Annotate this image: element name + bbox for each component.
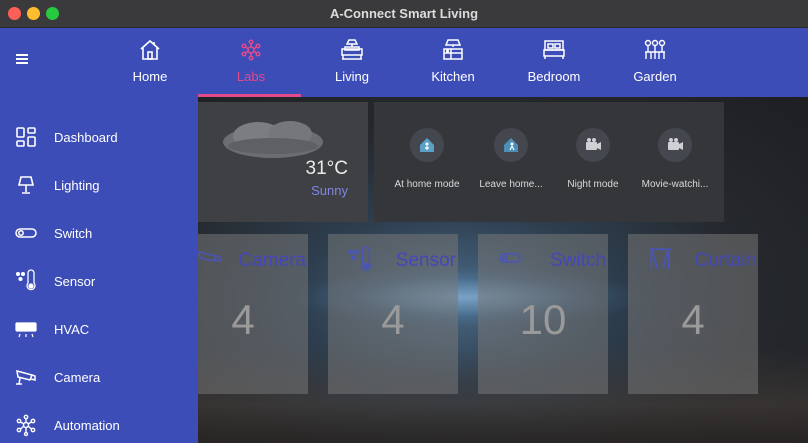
mode-label: At home mode <box>394 179 460 190</box>
device-card-title: Sensor <box>395 250 456 271</box>
bed-icon <box>543 40 565 59</box>
tab-label: Living <box>335 69 369 84</box>
device-card-count: 4 <box>381 296 405 343</box>
scene-modes-panel: At home mode Leave home... Night mode Mo… <box>374 102 724 222</box>
camera-icon <box>16 369 36 385</box>
device-card-title: Camera <box>238 250 306 271</box>
device-card-camera[interactable]: Camera 4 <box>198 234 308 394</box>
tab-garden[interactable]: Garden <box>610 38 700 88</box>
kitchen-icon <box>443 39 463 60</box>
device-card-count: 10 <box>519 296 567 343</box>
mode-label: Night mode <box>567 179 619 190</box>
sidebar-item-lighting[interactable]: Lighting <box>0 165 198 205</box>
sidebar-item-label: Lighting <box>54 178 100 193</box>
sidebar-item-camera[interactable]: Camera <box>0 357 198 397</box>
garden-icon <box>644 39 666 59</box>
cloud-icon <box>223 121 323 158</box>
hamburger-icon-line <box>16 58 28 60</box>
sidebar-item-sensor[interactable]: Sensor <box>0 261 198 301</box>
night-camera-icon <box>586 138 601 150</box>
title-bar: A-Connect Smart Living <box>0 0 808 28</box>
sidebar-item-hvac[interactable]: HVAC <box>0 309 198 349</box>
hamburger-icon-line <box>16 54 28 56</box>
tab-label: Home <box>132 69 168 84</box>
sidebar-item-label: Sensor <box>54 274 96 289</box>
window-title: A-Connect Smart Living <box>329 6 479 21</box>
weather-condition: Sunny <box>311 183 348 198</box>
living-room-icon <box>341 39 363 60</box>
sidebar-item-label: Automation <box>54 418 120 433</box>
sensor-icon <box>348 246 372 271</box>
device-card-title: Switch <box>550 250 606 271</box>
main-content: 31°C Sunny At home mode Leave home... Ni… <box>198 97 808 443</box>
curtain-icon <box>649 248 671 269</box>
tab-label: Labs <box>236 69 266 84</box>
tab-label: Kitchen <box>431 69 475 84</box>
toggle-icon <box>499 253 521 263</box>
sidebar: Dashboard Lighting Switch Sensor HVAC Ca… <box>0 97 198 443</box>
tab-labs[interactable]: Labs <box>206 38 296 88</box>
lamp-icon <box>17 176 35 194</box>
device-card-sensor[interactable]: Sensor 4 <box>328 234 458 394</box>
home-icon <box>140 39 160 60</box>
tab-label: Garden <box>633 69 677 84</box>
sidebar-item-automation[interactable]: Automation <box>0 405 198 443</box>
device-card-title: Curtain <box>694 250 756 271</box>
sidebar-item-label: Dashboard <box>54 130 118 145</box>
tab-kitchen[interactable]: Kitchen <box>408 38 498 88</box>
sidebar-item-label: HVAC <box>54 322 90 337</box>
tab-label: Bedroom <box>527 69 581 84</box>
sensor-icon <box>15 269 36 291</box>
sidebar-item-dashboard[interactable]: Dashboard <box>0 117 198 157</box>
leave-home-icon <box>504 138 518 152</box>
dashboard-icon <box>16 127 36 147</box>
hamburger-icon-line <box>16 62 28 64</box>
mode-movie-watching[interactable]: Movie-watchi... <box>636 128 714 208</box>
toggle-icon <box>15 228 37 238</box>
tab-bedroom[interactable]: Bedroom <box>509 38 599 88</box>
mode-label: Leave home... <box>479 179 543 190</box>
sidebar-item-label: Camera <box>54 370 101 385</box>
tab-home[interactable]: Home <box>105 38 195 88</box>
device-card-switch[interactable]: Switch 10 <box>478 234 608 394</box>
hvac-icon <box>15 322 37 338</box>
menu-button[interactable] <box>12 52 32 72</box>
tab-living[interactable]: Living <box>307 38 397 88</box>
sidebar-item-switch[interactable]: Switch <box>0 213 198 253</box>
mode-label: Movie-watchi... <box>641 179 709 190</box>
home-person-icon <box>420 138 434 152</box>
device-card-curtain[interactable]: Curtain 4 <box>628 234 758 394</box>
temperature: 31°C <box>305 158 348 179</box>
mode-at-home[interactable]: At home mode <box>388 128 466 208</box>
labs-icon <box>241 39 261 61</box>
device-card-count: 4 <box>231 296 255 343</box>
device-card-count: 4 <box>681 296 705 343</box>
weather-card: 31°C Sunny <box>198 102 368 222</box>
sidebar-item-label: Switch <box>54 226 93 241</box>
mode-leave-home[interactable]: Leave home... <box>472 128 550 208</box>
camera-icon <box>198 250 221 262</box>
movie-camera-icon <box>668 138 683 150</box>
top-navigation: Home Labs Living Kitchen Bedroom Garden <box>0 28 808 97</box>
automation-icon <box>16 414 36 437</box>
mode-night[interactable]: Night mode <box>554 128 632 208</box>
